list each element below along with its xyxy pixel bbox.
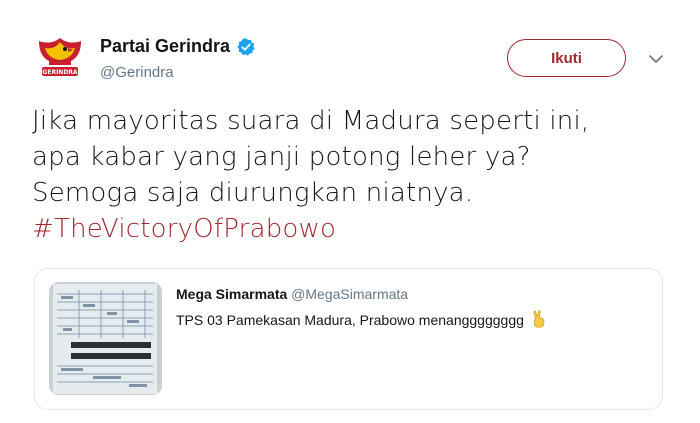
quoted-tweet-text: TPS 03 Pamekasan Madura, Prabowo menangg… (176, 310, 547, 328)
tweet-text: Jika mayoritas suara di Madura seperti i… (32, 103, 672, 247)
author-handle[interactable]: @Gerindra (100, 64, 174, 81)
quoted-tweet[interactable]: Mega Simarmata @MegaSimarmata TPS 03 Pam… (34, 268, 663, 410)
tweet-text-line: Jika mayoritas suara di Madura seperti i… (32, 106, 590, 136)
ballot-form-photo (49, 282, 162, 395)
verified-badge-icon (237, 37, 255, 56)
quoted-author-name[interactable]: Mega Simarmata (176, 286, 287, 302)
quoted-tweet-header: Mega Simarmata @MegaSimarmata (176, 286, 408, 302)
tweet-card: GERINDRA Partai Gerindra @Gerindra Ikuti… (0, 0, 700, 423)
quoted-tweet-image[interactable] (49, 282, 162, 395)
quoted-tweet-body: TPS 03 Pamekasan Madura, Prabowo menangg… (176, 312, 524, 328)
hashtag-link[interactable]: #TheVictoryOfPrabowo (32, 211, 672, 247)
tweet-text-line: apa kabar yang janji potong leher ya? (32, 142, 531, 172)
tweet-text-line: Semoga saja diurungkan niatnya. (32, 178, 474, 208)
avatar[interactable]: GERINDRA (32, 32, 88, 88)
garuda-logo-icon: GERINDRA (32, 32, 88, 88)
quoted-author-handle[interactable]: @MegaSimarmata (291, 286, 408, 302)
avatar-label: GERINDRA (42, 69, 77, 76)
victory-hand-icon (533, 310, 545, 328)
follow-button[interactable]: Ikuti (507, 39, 626, 77)
author-name-row: Partai Gerindra (100, 36, 256, 57)
chevron-down-icon[interactable] (647, 50, 665, 68)
author-display-name[interactable]: Partai Gerindra (100, 36, 230, 57)
